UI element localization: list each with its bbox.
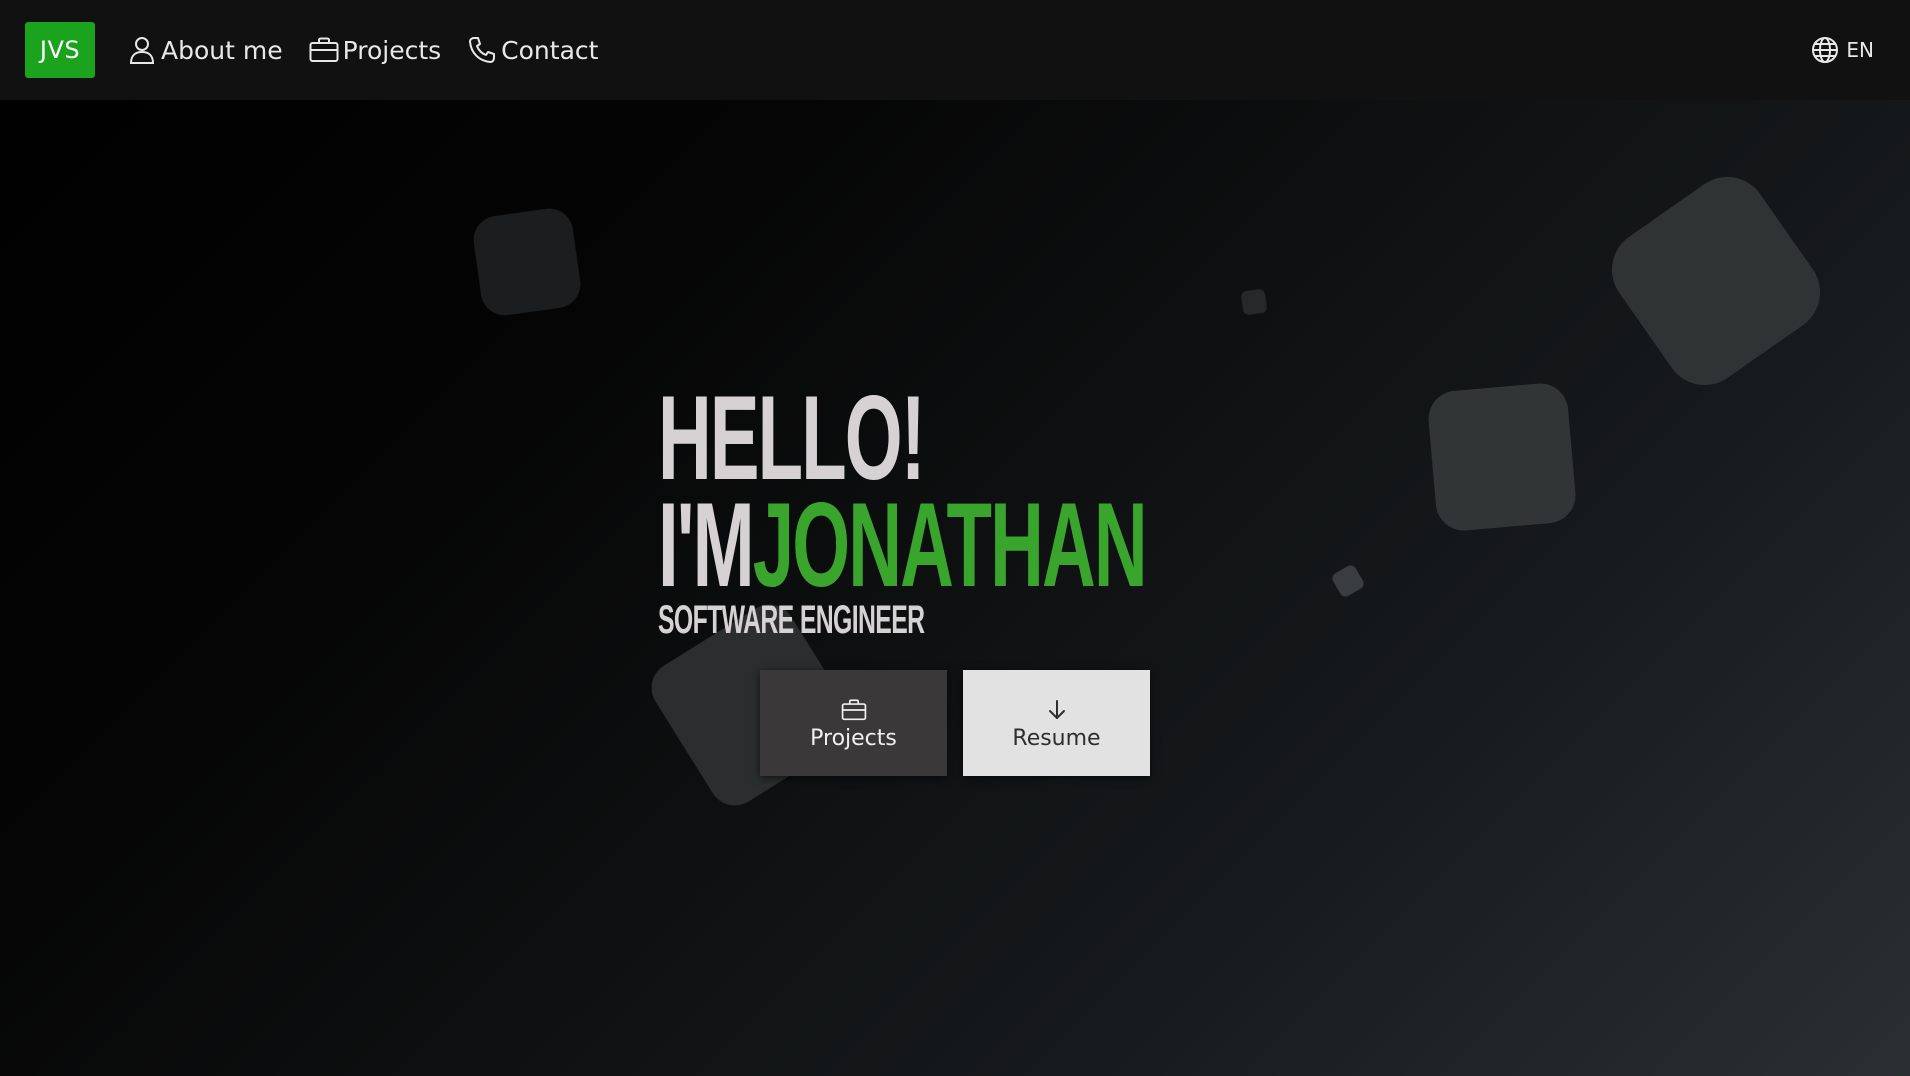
globe-icon xyxy=(1810,35,1840,65)
projects-button-label: Projects xyxy=(810,725,897,751)
decorative-square xyxy=(1240,288,1268,316)
resume-download-button[interactable]: Resume xyxy=(963,670,1150,776)
hero-subtitle: SOFTWARE ENGINEER xyxy=(658,598,925,642)
hero-intro: I'M xyxy=(658,478,755,612)
nav-item-label: Projects xyxy=(342,35,442,65)
nav-item-projects[interactable]: Projects xyxy=(309,35,442,65)
briefcase-icon xyxy=(840,696,868,724)
nav-item-about-me[interactable]: About me xyxy=(127,35,283,65)
projects-button[interactable]: Projects xyxy=(760,670,947,776)
navbar: JVS About me Projects Contact EN xyxy=(0,0,1910,100)
nav-item-contact[interactable]: Contact xyxy=(467,35,598,65)
language-selector[interactable]: EN xyxy=(1810,35,1874,65)
nav-item-label: About me xyxy=(161,35,283,65)
briefcase-icon xyxy=(309,35,339,65)
resume-button-label: Resume xyxy=(1012,725,1101,751)
arrow-down-icon xyxy=(1043,696,1071,724)
hero-intro-line: I'MJONATHAN xyxy=(658,485,1148,605)
hero-buttons: Projects Resume xyxy=(760,670,1150,776)
phone-icon xyxy=(467,35,497,65)
nav-item-label: Contact xyxy=(501,35,599,65)
nav-menu: About me Projects Contact xyxy=(127,35,624,65)
decorative-square xyxy=(1596,161,1836,401)
logo-button[interactable]: JVS xyxy=(25,22,95,78)
language-label: EN xyxy=(1846,38,1874,62)
decorative-square xyxy=(1330,563,1366,599)
decorative-square xyxy=(470,205,584,319)
page: JVS About me Projects Contact EN HELLO! … xyxy=(0,0,1910,1076)
hero-name: JONATHAN xyxy=(752,478,1148,612)
user-icon xyxy=(127,35,157,65)
decorative-square xyxy=(1426,381,1578,533)
